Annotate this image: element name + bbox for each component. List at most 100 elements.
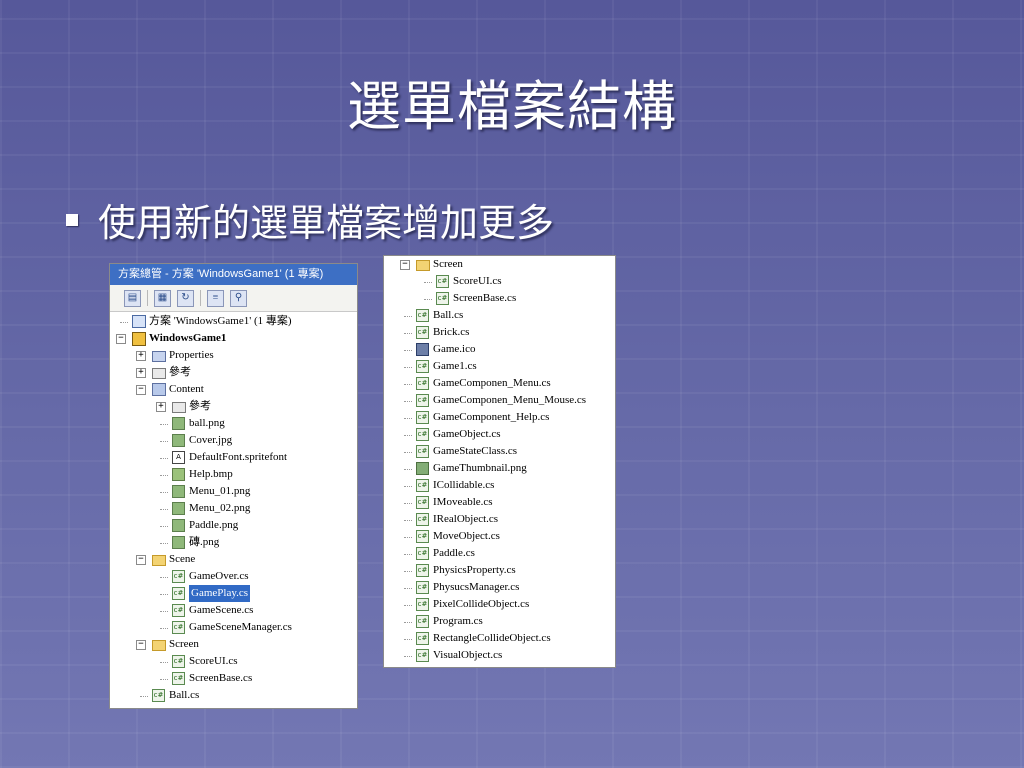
tree-item[interactable]: c# ICollidable.cs [384, 477, 615, 494]
class-diagram-icon[interactable]: ⚲ [230, 289, 247, 307]
tree-item[interactable]: c# GameComponent_Help.cs [384, 409, 615, 426]
tree-item-label: Menu_01.png [189, 485, 251, 497]
tree-item[interactable]: c# GameSceneManager.cs [110, 619, 357, 636]
csharp-file-icon: c# [152, 689, 165, 702]
show-all-files-icon[interactable]: ▦ [154, 289, 171, 307]
collapse-icon[interactable]: − [136, 385, 146, 395]
tree-item[interactable]: c# PixelCollideObject.cs [384, 596, 615, 613]
tree-item-label: Game.ico [433, 343, 476, 355]
tree-connector-line [404, 622, 412, 623]
tree-item[interactable]: c# IRealObject.cs [384, 511, 615, 528]
tree-connector-line [160, 424, 168, 425]
tree-item[interactable]: c# RectangleCollideObject.cs [384, 630, 615, 647]
tree-item[interactable]: − Screen [384, 256, 615, 273]
tree-item[interactable]: c# Ball.cs [110, 687, 357, 704]
tree-item[interactable]: Menu_01.png [110, 483, 357, 500]
tree-item[interactable]: c# GamePlay.cs [110, 585, 357, 602]
tree-item[interactable]: c# ScreenBase.cs [110, 670, 357, 687]
expand-icon[interactable]: + [156, 402, 166, 412]
tree-item[interactable]: c# GameOver.cs [110, 568, 357, 585]
tree-item[interactable]: 方案 'WindowsGame1' (1 專案) [110, 313, 357, 330]
tree-item-label: Scene [169, 553, 196, 565]
bullet-text: 使用新的選單檔案增加更多 [98, 201, 555, 245]
csharp-file-icon: c# [416, 445, 429, 458]
tree-item[interactable]: Paddle.png [110, 517, 357, 534]
tree-item[interactable]: + 參考 [110, 364, 357, 381]
tree-item-label: PhysicsProperty.cs [433, 564, 516, 576]
tree-connector-line [404, 469, 412, 470]
csharp-file-icon: c# [172, 570, 185, 583]
font-file-icon: A [172, 451, 185, 464]
tree-item[interactable]: GameThumbnail.png [384, 460, 615, 477]
tree-item[interactable]: c# ScreenBase.cs [384, 290, 615, 307]
tree-connector-line [160, 526, 168, 527]
tree-item[interactable]: − Scene [110, 551, 357, 568]
solution-explorer-title: 方案總管 - 方案 'WindowsGame1' (1 專案) [110, 264, 357, 285]
solution-explorer-panel: 方案總管 - 方案 'WindowsGame1' (1 專案) ▤ ▦ ↻ ≡ … [109, 263, 358, 709]
tree-item[interactable]: c# MoveObject.cs [384, 528, 615, 545]
tree-item[interactable]: Help.bmp [110, 466, 357, 483]
tree-item[interactable]: Menu_02.png [110, 500, 357, 517]
tree-connector-line [404, 435, 412, 436]
tree-connector-line [160, 628, 168, 629]
bitmap-file-icon [172, 468, 185, 481]
references-icon [172, 402, 186, 413]
tree-item-label: GameComponen_Menu.cs [433, 377, 551, 389]
tree-connector-line [160, 458, 168, 459]
toolbar-separator [200, 290, 201, 306]
tree-item[interactable]: c# IMoveable.cs [384, 494, 615, 511]
content-icon [152, 383, 166, 396]
tree-item[interactable]: c# GameComponen_Menu.cs [384, 375, 615, 392]
tree-item[interactable]: A DefaultFont.spritefont [110, 449, 357, 466]
tree-connector-line [160, 441, 168, 442]
expand-icon[interactable]: + [136, 351, 146, 361]
csharp-file-icon: c# [436, 275, 449, 288]
tree-item[interactable]: c# GameComponen_Menu_Mouse.cs [384, 392, 615, 409]
tree-item[interactable]: c# GameStateClass.cs [384, 443, 615, 460]
tree-connector-line [424, 282, 432, 283]
collapse-icon[interactable]: − [136, 640, 146, 650]
tree-item[interactable]: − Screen [110, 636, 357, 653]
collapse-icon[interactable]: − [400, 260, 410, 270]
tree-connector-line [160, 543, 168, 544]
tree-item-label: GamePlay.cs [189, 585, 251, 602]
tree-item[interactable]: Game.ico [384, 341, 615, 358]
thumbnail-file-icon [416, 462, 429, 475]
tree-item[interactable]: − WindowsGame1 [110, 330, 357, 347]
tree-item[interactable]: c# PhysicsProperty.cs [384, 562, 615, 579]
tree-item[interactable]: c# GameObject.cs [384, 426, 615, 443]
tree-item[interactable]: c# VisualObject.cs [384, 647, 615, 664]
collapse-icon[interactable]: − [116, 334, 126, 344]
tree-item[interactable]: + Properties [110, 347, 357, 364]
tree-item[interactable]: c# ScoreUI.cs [384, 273, 615, 290]
tree-item-label: GameComponen_Menu_Mouse.cs [433, 394, 587, 406]
csharp-file-icon: c# [416, 411, 429, 424]
properties-icon[interactable]: ▤ [124, 289, 141, 307]
tree-item-label: GameSceneManager.cs [189, 621, 292, 633]
tree-connector-line [404, 350, 412, 351]
csharp-file-icon: c# [416, 649, 429, 662]
tree-item-label: 方案 'WindowsGame1' (1 專案) [149, 315, 292, 327]
refresh-icon[interactable]: ↻ [177, 289, 194, 307]
expand-icon[interactable]: + [136, 368, 146, 378]
tree-item[interactable]: c# Game1.cs [384, 358, 615, 375]
tree-item[interactable]: c# Program.cs [384, 613, 615, 630]
tree-item[interactable]: + 參考 [110, 398, 357, 415]
csharp-file-icon: c# [416, 309, 429, 322]
view-code-icon[interactable]: ≡ [207, 289, 224, 307]
tree-item[interactable]: c# ScoreUI.cs [110, 653, 357, 670]
tree-item[interactable]: c# Paddle.cs [384, 545, 615, 562]
tree-item[interactable]: c# Brick.cs [384, 324, 615, 341]
tree-item[interactable]: Cover.jpg [110, 432, 357, 449]
collapse-icon[interactable]: − [136, 555, 146, 565]
tree-item[interactable]: c# Ball.cs [384, 307, 615, 324]
tree-item[interactable]: c# GameScene.cs [110, 602, 357, 619]
tree-item[interactable]: ball.png [110, 415, 357, 432]
toolbar-separator [147, 290, 148, 306]
tree-item[interactable]: 磚.png [110, 534, 357, 551]
bullet-item: 使用新的選單檔案增加更多 [66, 192, 554, 247]
tree-connector-line [404, 384, 412, 385]
tree-item[interactable]: − Content [110, 381, 357, 398]
tree-item-label: Program.cs [433, 615, 483, 627]
tree-item[interactable]: c# PhysucsManager.cs [384, 579, 615, 596]
